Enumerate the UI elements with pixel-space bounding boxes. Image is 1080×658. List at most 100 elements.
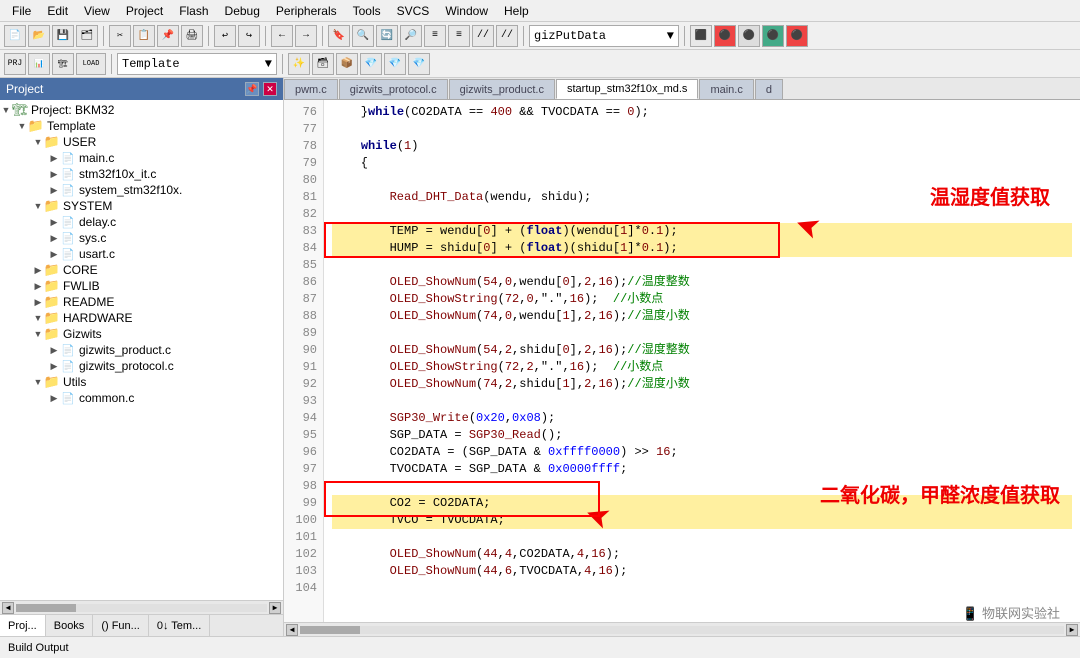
tree-item[interactable]: ▶ 📄 sys.c (0, 230, 283, 246)
menu-debug[interactable]: Debug (217, 2, 268, 20)
h-scroll-sidebar[interactable]: ◀ ▶ (0, 600, 283, 614)
tree-item[interactable]: ▶ 📄 system_stm32f10x. (0, 182, 283, 198)
bookmark-btn[interactable]: 🔖 (328, 25, 350, 47)
tree-arrow[interactable]: ▶ (48, 216, 60, 228)
tree-item[interactable]: ▶ 📁 README (0, 294, 283, 310)
tree-arrow[interactable]: ▶ (48, 232, 60, 244)
db-btn3[interactable]: 💎 (360, 53, 382, 75)
proj-btn3[interactable]: 🏗 (52, 53, 74, 75)
tree-item[interactable]: ▼ 📁 HARDWARE (0, 310, 283, 326)
tree-item[interactable]: ▶ 📁 CORE (0, 262, 283, 278)
find-ref-btn[interactable]: 🔎 (400, 25, 422, 47)
tree-item[interactable]: ▶ 📄 gizwits_protocol.c (0, 358, 283, 374)
debug1-btn[interactable]: ⚫ (714, 25, 736, 47)
print-btn[interactable]: 🖨 (181, 25, 203, 47)
save-btn[interactable]: 💾 (52, 25, 74, 47)
undo-btn[interactable]: ↩ (214, 25, 236, 47)
load-btn[interactable]: LOAD (76, 53, 106, 75)
function-dropdown[interactable]: gizPutData ▼ (529, 25, 679, 47)
indent-btn[interactable]: ≡ (424, 25, 446, 47)
scroll-left-btn[interactable]: ◀ (2, 602, 14, 614)
menu-window[interactable]: Window (437, 2, 496, 20)
tree-item[interactable]: ▼ 📁 USER (0, 134, 283, 150)
editor-tab[interactable]: startup_stm32f10x_md.s (556, 79, 698, 99)
comment-btn[interactable]: // (472, 25, 494, 47)
tree-item[interactable]: ▶ 📁 FWLIB (0, 278, 283, 294)
magic-btn[interactable]: ✨ (288, 53, 310, 75)
tree-item[interactable]: ▶ 📄 usart.c (0, 246, 283, 262)
scroll-thumb[interactable] (16, 604, 76, 612)
tree-item[interactable]: ▶ 📄 delay.c (0, 214, 283, 230)
tree-item[interactable]: ▼ 📁 SYSTEM (0, 198, 283, 214)
tree-arrow[interactable]: ▼ (16, 120, 28, 132)
code-content[interactable]: }while(CO2DATA == 400 && TVOCDATA == 0);… (324, 100, 1080, 622)
editor-tab[interactable]: main.c (699, 79, 753, 99)
tree-item[interactable]: ▼ 🏗 Project: BKM32 (0, 102, 283, 118)
tree-arrow[interactable]: ▶ (32, 296, 44, 308)
tree-arrow[interactable]: ▶ (48, 248, 60, 260)
tree-arrow[interactable]: ▶ (48, 344, 60, 356)
tree-arrow[interactable]: ▼ (32, 136, 44, 148)
tree-arrow[interactable]: ▶ (48, 360, 60, 372)
menu-view[interactable]: View (76, 2, 118, 20)
tree-item[interactable]: ▶ 📄 common.c (0, 390, 283, 406)
proj-btn1[interactable]: PRJ (4, 53, 26, 75)
tree-arrow[interactable]: ▼ (32, 376, 44, 388)
scroll-right-btn[interactable]: ▶ (269, 602, 281, 614)
db-btn2[interactable]: 📦 (336, 53, 358, 75)
replace-btn[interactable]: 🔄 (376, 25, 398, 47)
tree-arrow[interactable]: ▶ (48, 168, 60, 180)
db-btn1[interactable]: 🗃 (312, 53, 334, 75)
tree-arrow[interactable]: ▼ (0, 104, 12, 116)
scroll-thumb-editor[interactable] (300, 626, 360, 634)
menu-flash[interactable]: Flash (171, 2, 216, 20)
scroll-left-editor-btn[interactable]: ◀ (286, 624, 298, 636)
scroll-right-editor-btn[interactable]: ▶ (1066, 624, 1078, 636)
sidebar-tab-fun[interactable]: () Fun... (93, 615, 149, 636)
sidebar-tab-tem[interactable]: 0↓ Tem... (149, 615, 210, 636)
copy-btn[interactable]: 📋 (133, 25, 155, 47)
debug3-btn[interactable]: ⚫ (762, 25, 784, 47)
tree-arrow[interactable]: ▶ (48, 184, 60, 196)
menu-help[interactable]: Help (496, 2, 537, 20)
sidebar-pin-btn[interactable]: 📌 (245, 82, 259, 96)
sidebar-close-btn[interactable]: ✕ (263, 82, 277, 96)
menu-svcs[interactable]: SVCS (389, 2, 438, 20)
uncomment-btn[interactable]: // (496, 25, 518, 47)
cut-btn[interactable]: ✂ (109, 25, 131, 47)
template-dropdown[interactable]: Template ▼ (117, 53, 277, 75)
debug4-btn[interactable]: ⚫ (786, 25, 808, 47)
tree-arrow[interactable]: ▼ (32, 328, 44, 340)
new-file-btn[interactable]: 📄 (4, 25, 26, 47)
editor-tab[interactable]: gizwits_product.c (449, 79, 555, 99)
editor-tab[interactable]: pwm.c (284, 79, 338, 99)
tree-item[interactable]: ▼ 📁 Utils (0, 374, 283, 390)
db-btn5[interactable]: 💎 (408, 53, 430, 75)
flash-btn[interactable]: ⬛ (690, 25, 712, 47)
tree-arrow[interactable]: ▶ (32, 264, 44, 276)
db-btn4[interactable]: 💎 (384, 53, 406, 75)
nav-back-btn[interactable]: ← (271, 25, 293, 47)
tree-arrow[interactable]: ▼ (32, 200, 44, 212)
debug2-btn[interactable]: ⚫ (738, 25, 760, 47)
tree-item[interactable]: ▼ 📁 Template (0, 118, 283, 134)
tree-item[interactable]: ▶ 📄 stm32f10x_it.c (0, 166, 283, 182)
scroll-track-editor[interactable] (300, 626, 1064, 634)
menu-file[interactable]: File (4, 2, 39, 20)
menu-peripherals[interactable]: Peripherals (268, 2, 345, 20)
open-file-btn[interactable]: 📂 (28, 25, 50, 47)
tree-item[interactable]: ▼ 📁 Gizwits (0, 326, 283, 342)
editor-tab[interactable]: d (755, 79, 783, 99)
tree-item[interactable]: ▶ 📄 gizwits_product.c (0, 342, 283, 358)
proj-btn2[interactable]: 📊 (28, 53, 50, 75)
paste-btn[interactable]: 📌 (157, 25, 179, 47)
nav-fwd-btn[interactable]: → (295, 25, 317, 47)
tree-item[interactable]: ▶ 📄 main.c (0, 150, 283, 166)
menu-tools[interactable]: Tools (345, 2, 389, 20)
tree-arrow[interactable]: ▶ (48, 392, 60, 404)
sidebar-tab-books[interactable]: Books (46, 615, 94, 636)
menu-edit[interactable]: Edit (39, 2, 76, 20)
outdent-btn[interactable]: ≡ (448, 25, 470, 47)
tree-arrow[interactable]: ▶ (32, 280, 44, 292)
scroll-track[interactable] (16, 604, 267, 612)
